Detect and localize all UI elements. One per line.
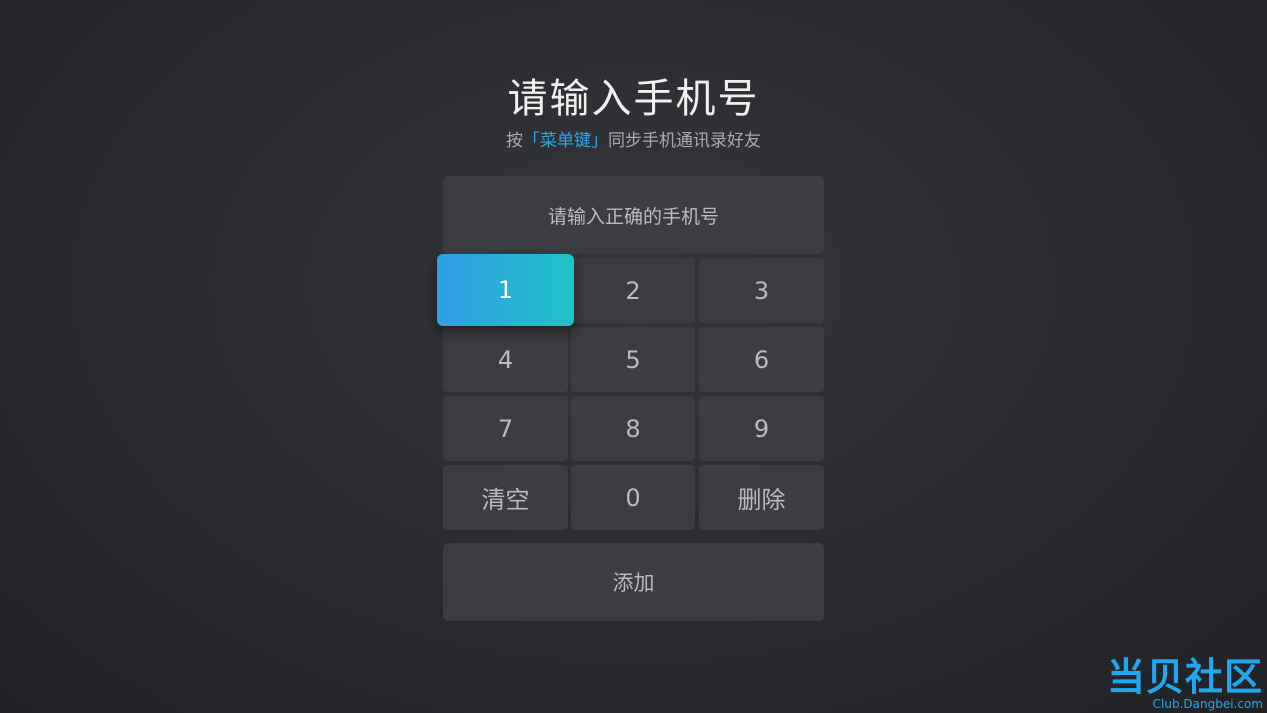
key-label: 3: [753, 276, 770, 305]
subtitle-prefix: 按: [506, 131, 523, 151]
key-1[interactable]: 1: [437, 254, 574, 326]
key-8[interactable]: 8: [571, 396, 695, 461]
key-3[interactable]: 3: [699, 258, 824, 323]
key-7[interactable]: 7: [443, 396, 568, 461]
watermark-logo: 当贝社区 Club.Dangbei.com: [1107, 657, 1263, 711]
key-0[interactable]: 0: [571, 465, 695, 530]
key-4[interactable]: 4: [443, 327, 568, 392]
key-label: 删除: [737, 486, 786, 514]
key-label: 5: [625, 345, 641, 374]
key-label: 6: [753, 345, 770, 374]
key-label: 7: [497, 414, 514, 443]
subtitle-suffix: 同步手机通讯录好友: [608, 131, 761, 151]
menu-key-hint: 「菜单键」: [523, 131, 608, 151]
key-9[interactable]: 9: [699, 396, 824, 461]
key-label: 清空: [481, 486, 530, 514]
phone-number-input[interactable]: 请输入正确的手机号: [443, 176, 824, 254]
page-subtitle: 按「菜单键」同步手机通讯录好友: [0, 126, 1267, 151]
key-label: 1: [497, 276, 514, 304]
delete-button[interactable]: 删除: [699, 465, 824, 530]
key-label: 8: [625, 414, 641, 443]
key-2[interactable]: 2: [571, 258, 695, 323]
add-button[interactable]: 添加: [443, 543, 824, 621]
add-button-label: 添加: [612, 571, 655, 595]
watermark-url: Club.Dangbei.com: [1152, 697, 1263, 711]
page-title: 请输入手机号: [507, 76, 760, 122]
clear-button[interactable]: 清空: [443, 465, 568, 530]
key-label: 4: [497, 345, 514, 374]
watermark-brand: 当贝社区: [1106, 655, 1263, 699]
key-6[interactable]: 6: [699, 327, 824, 392]
key-5[interactable]: 5: [571, 327, 695, 392]
key-label: 9: [753, 414, 770, 443]
key-label: 0: [625, 483, 641, 512]
phone-number-placeholder: 请输入正确的手机号: [547, 205, 719, 228]
key-label: 2: [625, 276, 641, 305]
